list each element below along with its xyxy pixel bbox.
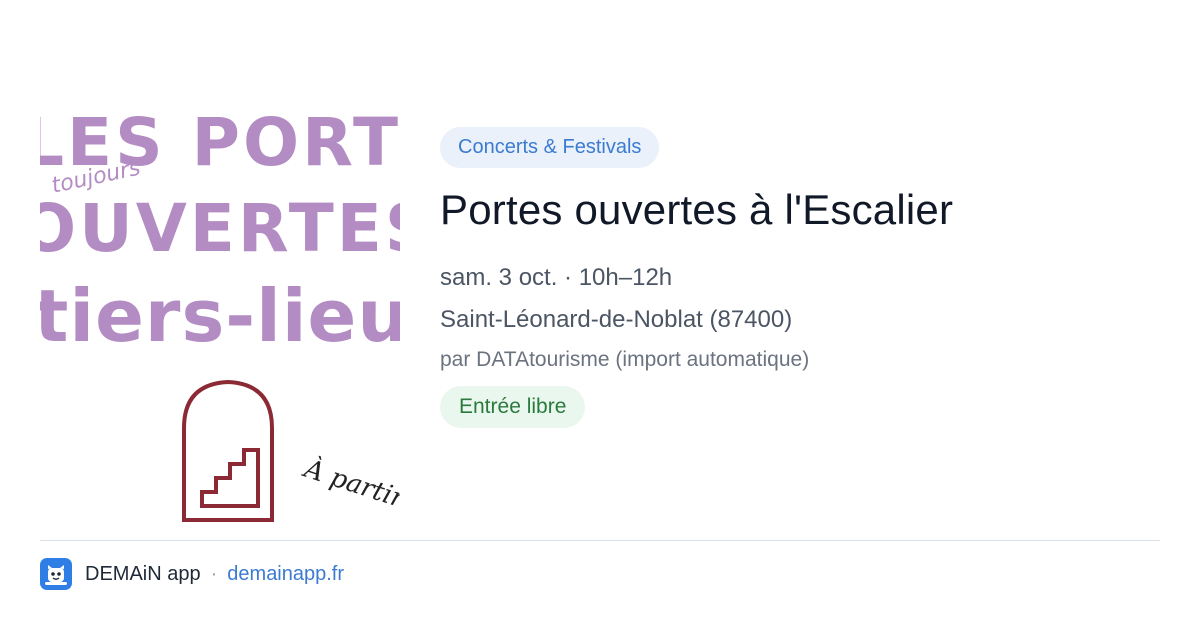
event-source: par DATAtourisme (import automatique) bbox=[440, 348, 810, 371]
event-date-time: sam. 3 oct. · 10h–12h bbox=[440, 264, 673, 291]
event-details: Concerts & Festivals Portes ouvertes à l… bbox=[440, 127, 1160, 428]
footer-divider bbox=[40, 540, 1160, 541]
event-title[interactable]: Portes ouvertes à l'Escalier bbox=[440, 186, 1160, 234]
event-location: Saint-Léonard-de-Noblat (87400) bbox=[440, 306, 793, 333]
app-name: DEMAiN app bbox=[85, 562, 201, 585]
poster-line-4: tiers-lieux bbox=[40, 274, 400, 358]
price-badge: Entrée libre bbox=[440, 386, 586, 428]
poster-script-text: À partir bbox=[300, 454, 400, 515]
footer: DEMAiN app · demainapp.fr bbox=[40, 558, 344, 590]
app-website-link[interactable]: demainapp.fr bbox=[227, 563, 344, 586]
category-badge[interactable]: Concerts & Festivals bbox=[440, 127, 660, 168]
poster-line-3: OUVERTES bbox=[40, 190, 400, 267]
event-image: LES PORTES toujours OUVERTES tiers-lieux… bbox=[40, 102, 400, 522]
footer-separator: · bbox=[210, 562, 218, 585]
demain-app-icon bbox=[40, 558, 72, 590]
staircase-arch-illustration bbox=[182, 380, 274, 522]
